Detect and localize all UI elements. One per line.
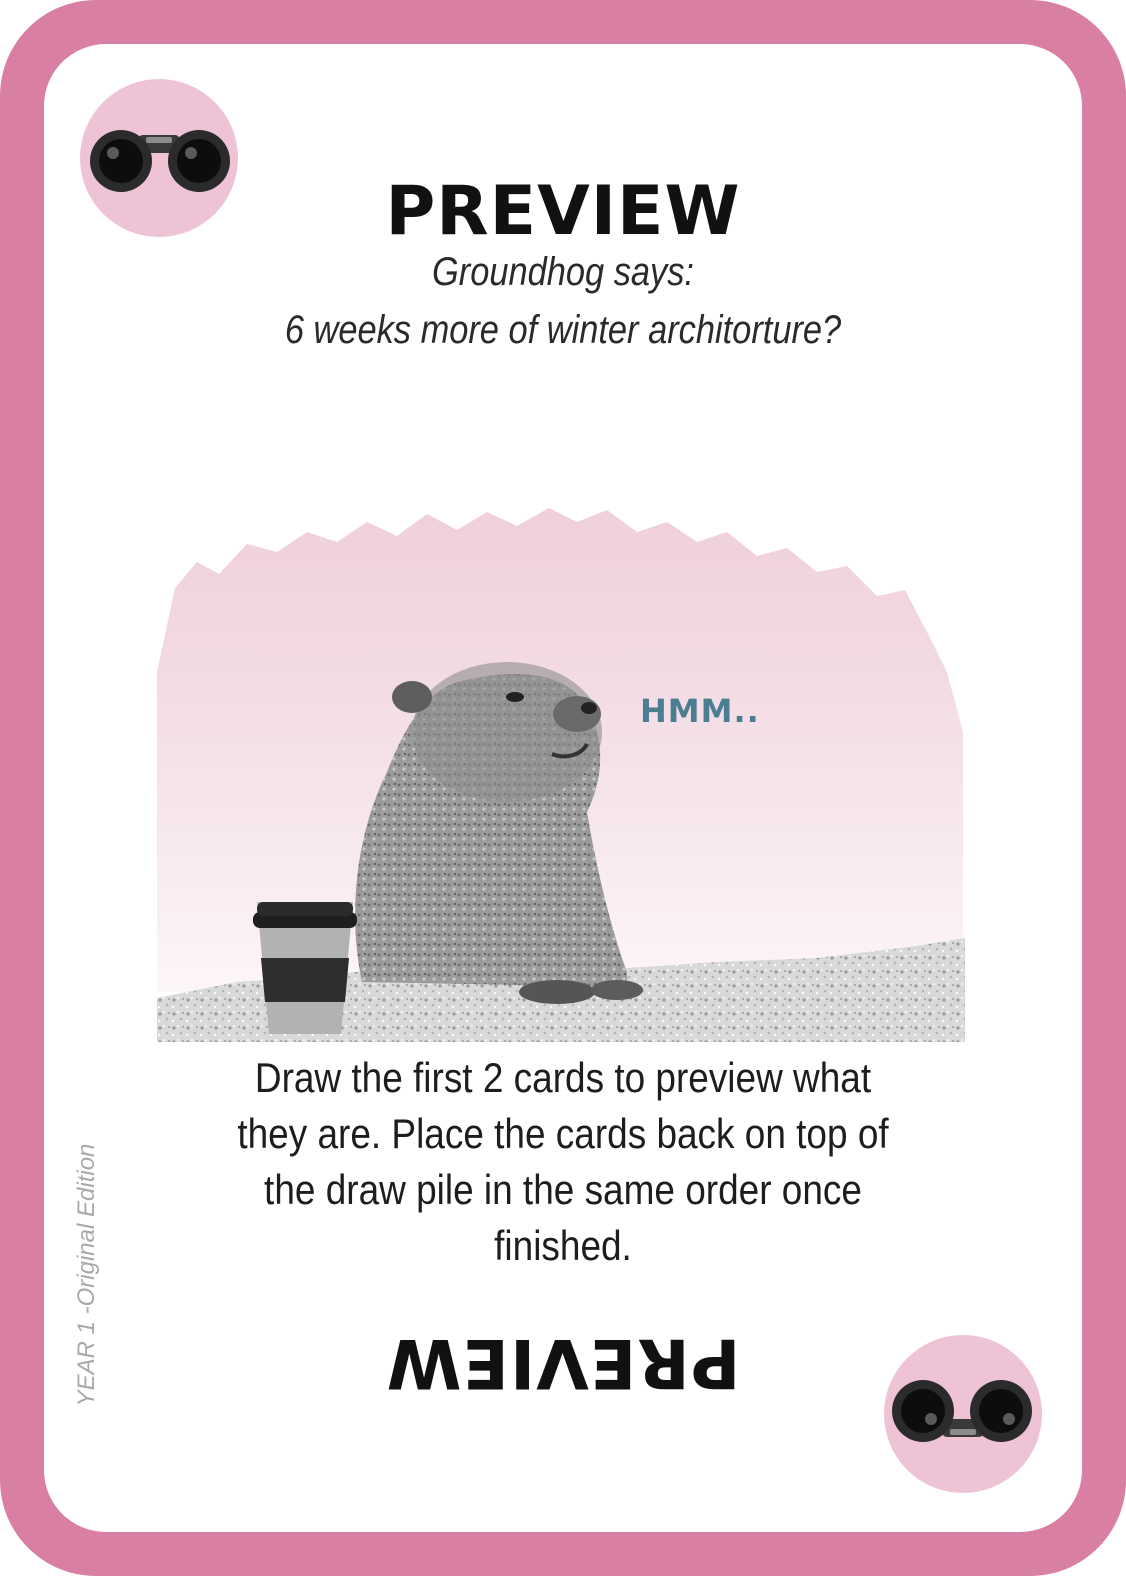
corner-badge-bottom-right xyxy=(884,1335,1042,1493)
binoculars-icon xyxy=(892,1380,1032,1442)
edition-label: YEAR 1 -Original Edition xyxy=(73,1143,100,1407)
card-subtitle-line1: Groundhog says: xyxy=(431,250,694,294)
card-title: PREVIEW xyxy=(385,172,741,251)
groundhog-illustration xyxy=(157,508,965,1042)
card-subtitle-line2: 6 weeks more of winter architorture? xyxy=(284,308,842,352)
card-face: PREVIEW Groundhog says: 6 weeks more of … xyxy=(44,44,1082,1532)
edition-label-container: YEAR 1 -Original Edition xyxy=(70,1140,104,1410)
card-description: Draw the first 2 cards to preview what t… xyxy=(237,1054,889,1269)
speech-text: HMM.. xyxy=(640,692,760,730)
